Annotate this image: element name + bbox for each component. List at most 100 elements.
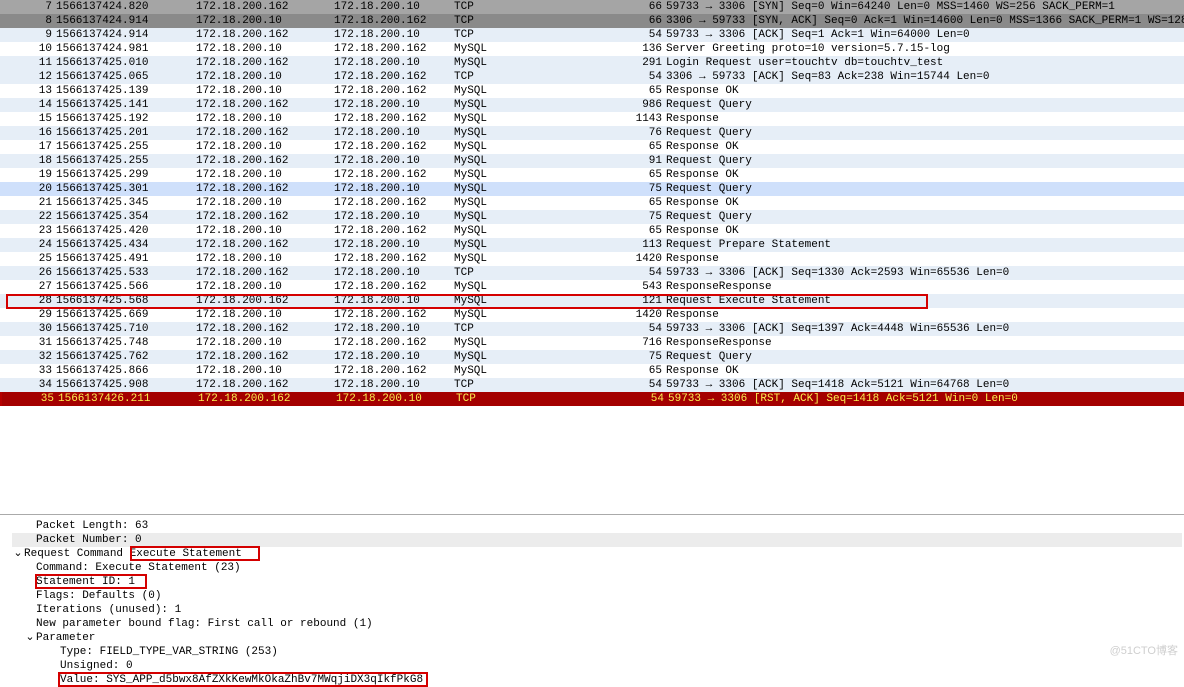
packet-row[interactable]: 141566137425.141172.18.200.162172.18.200… [0, 98, 1184, 112]
col-source: 172.18.200.162 [196, 126, 334, 140]
packet-row[interactable]: 351566137426.211172.18.200.162172.18.200… [0, 392, 1184, 406]
col-source: 172.18.200.10 [196, 112, 334, 126]
packet-list[interactable]: 71566137424.820172.18.200.162172.18.200.… [0, 0, 1184, 515]
col-no: 16 [2, 126, 56, 140]
col-destination: 172.18.200.162 [334, 252, 454, 266]
col-destination: 172.18.200.10 [334, 350, 454, 364]
col-source: 172.18.200.10 [196, 70, 334, 84]
col-info: 59733 → 3306 [SYN] Seq=0 Win=64240 Len=0… [666, 0, 1184, 14]
col-source: 172.18.200.162 [196, 28, 334, 42]
packet-row[interactable]: 271566137425.566172.18.200.10172.18.200.… [0, 280, 1184, 294]
col-time: 1566137425.568 [56, 294, 196, 308]
packet-row[interactable]: 71566137424.820172.18.200.162172.18.200.… [0, 0, 1184, 14]
packet-row[interactable]: 201566137425.301172.18.200.162172.18.200… [0, 182, 1184, 196]
col-time: 1566137425.866 [56, 364, 196, 378]
col-time: 1566137425.255 [56, 154, 196, 168]
col-info: Response OK [666, 196, 1184, 210]
packet-row[interactable]: 261566137425.533172.18.200.162172.18.200… [0, 266, 1184, 280]
col-info: Request Query [666, 154, 1184, 168]
col-length: 66 [624, 14, 666, 28]
col-time: 1566137425.299 [56, 168, 196, 182]
packet-row[interactable]: 151566137425.192172.18.200.10172.18.200.… [0, 112, 1184, 126]
packet-row[interactable]: 251566137425.491172.18.200.10172.18.200.… [0, 252, 1184, 266]
col-info: ResponseResponse [666, 336, 1184, 350]
detail-flags: Flags: Defaults (0) [12, 589, 1182, 603]
col-length: 54 [624, 378, 666, 392]
packet-row[interactable]: 91566137424.914172.18.200.162172.18.200.… [0, 28, 1184, 42]
col-source: 172.18.200.10 [196, 308, 334, 322]
packet-row[interactable]: 231566137425.420172.18.200.10172.18.200.… [0, 224, 1184, 238]
packet-row[interactable]: 281566137425.568172.18.200.162172.18.200… [0, 294, 1184, 308]
col-destination: 172.18.200.10 [334, 238, 454, 252]
col-no: 30 [2, 322, 56, 336]
col-source: 172.18.200.162 [196, 210, 334, 224]
col-protocol: MySQL [454, 154, 624, 168]
packet-row[interactable]: 111566137425.010172.18.200.162172.18.200… [0, 56, 1184, 70]
col-protocol: TCP [454, 14, 624, 28]
col-info: 59733 → 3306 [ACK] Seq=1330 Ack=2593 Win… [666, 266, 1184, 280]
packet-row[interactable]: 321566137425.762172.18.200.162172.18.200… [0, 350, 1184, 364]
packet-row[interactable]: 181566137425.255172.18.200.162172.18.200… [0, 154, 1184, 168]
col-protocol: MySQL [454, 280, 624, 294]
col-info: ResponseResponse [666, 280, 1184, 294]
col-protocol: MySQL [454, 294, 624, 308]
col-source: 172.18.200.10 [196, 336, 334, 350]
packet-row[interactable]: 331566137425.866172.18.200.10172.18.200.… [0, 364, 1184, 378]
packet-row[interactable]: 341566137425.908172.18.200.162172.18.200… [0, 378, 1184, 392]
col-protocol: MySQL [454, 238, 624, 252]
packet-row[interactable]: 241566137425.434172.18.200.162172.18.200… [0, 238, 1184, 252]
chevron-down-icon[interactable]: ⌄ [24, 631, 36, 645]
col-source: 172.18.200.162 [196, 0, 334, 14]
col-info: Server Greeting proto=10 version=5.7.15-… [666, 42, 1184, 56]
col-info: Request Query [666, 98, 1184, 112]
col-destination: 172.18.200.162 [334, 196, 454, 210]
packet-row[interactable]: 171566137425.255172.18.200.10172.18.200.… [0, 140, 1184, 154]
col-protocol: MySQL [454, 308, 624, 322]
packet-row[interactable]: 291566137425.669172.18.200.10172.18.200.… [0, 308, 1184, 322]
detail-parameter[interactable]: ⌄Parameter [12, 631, 1182, 645]
packet-row[interactable]: 301566137425.710172.18.200.162172.18.200… [0, 322, 1184, 336]
packet-row[interactable]: 311566137425.748172.18.200.10172.18.200.… [0, 336, 1184, 350]
col-destination: 172.18.200.162 [334, 308, 454, 322]
col-destination: 172.18.200.162 [334, 224, 454, 238]
packet-details-pane[interactable]: Packet Length: 63 Packet Number: 0 ⌄Requ… [0, 515, 1184, 660]
col-source: 172.18.200.162 [196, 154, 334, 168]
packet-row[interactable]: 161566137425.201172.18.200.162172.18.200… [0, 126, 1184, 140]
col-destination: 172.18.200.162 [334, 168, 454, 182]
detail-packet-length: Packet Length: 63 [12, 519, 1182, 533]
packet-row[interactable]: 131566137425.139172.18.200.10172.18.200.… [0, 84, 1184, 98]
col-destination: 172.18.200.162 [334, 112, 454, 126]
detail-param-value: Value: SYS_APP_d5bwx8AfZXkKewMkOkaZhBv7M… [12, 673, 1182, 687]
packet-row[interactable]: 121566137425.065172.18.200.10172.18.200.… [0, 70, 1184, 84]
col-protocol: TCP [454, 0, 624, 14]
col-no: 26 [2, 266, 56, 280]
col-source: 172.18.200.162 [196, 294, 334, 308]
col-no: 8 [2, 14, 56, 28]
packet-row[interactable]: 101566137424.981172.18.200.10172.18.200.… [0, 42, 1184, 56]
detail-request-command[interactable]: ⌄Request Command Execute Statement [12, 547, 1182, 561]
col-destination: 172.18.200.10 [334, 154, 454, 168]
packet-row[interactable]: 221566137425.354172.18.200.162172.18.200… [0, 210, 1184, 224]
col-time: 1566137425.669 [56, 308, 196, 322]
packet-row[interactable]: 81566137424.914172.18.200.10172.18.200.1… [0, 14, 1184, 28]
col-time: 1566137425.434 [56, 238, 196, 252]
col-destination: 172.18.200.10 [334, 182, 454, 196]
col-no: 19 [2, 168, 56, 182]
packet-row[interactable]: 211566137425.345172.18.200.10172.18.200.… [0, 196, 1184, 210]
chevron-down-icon[interactable]: ⌄ [12, 547, 24, 561]
col-time: 1566137425.491 [56, 252, 196, 266]
col-length: 65 [624, 140, 666, 154]
packet-row[interactable]: 191566137425.299172.18.200.10172.18.200.… [0, 168, 1184, 182]
col-source: 172.18.200.10 [196, 168, 334, 182]
col-info: Response [666, 308, 1184, 322]
col-length: 716 [624, 336, 666, 350]
col-length: 543 [624, 280, 666, 294]
col-info: Response OK [666, 140, 1184, 154]
col-destination: 172.18.200.10 [334, 0, 454, 14]
col-time: 1566137425.065 [56, 70, 196, 84]
col-info: 3306 → 59733 [SYN, ACK] Seq=0 Ack=1 Win=… [666, 14, 1184, 28]
col-source: 172.18.200.10 [196, 84, 334, 98]
col-protocol: TCP [454, 322, 624, 336]
col-time: 1566137426.211 [58, 392, 198, 406]
col-no: 33 [2, 364, 56, 378]
